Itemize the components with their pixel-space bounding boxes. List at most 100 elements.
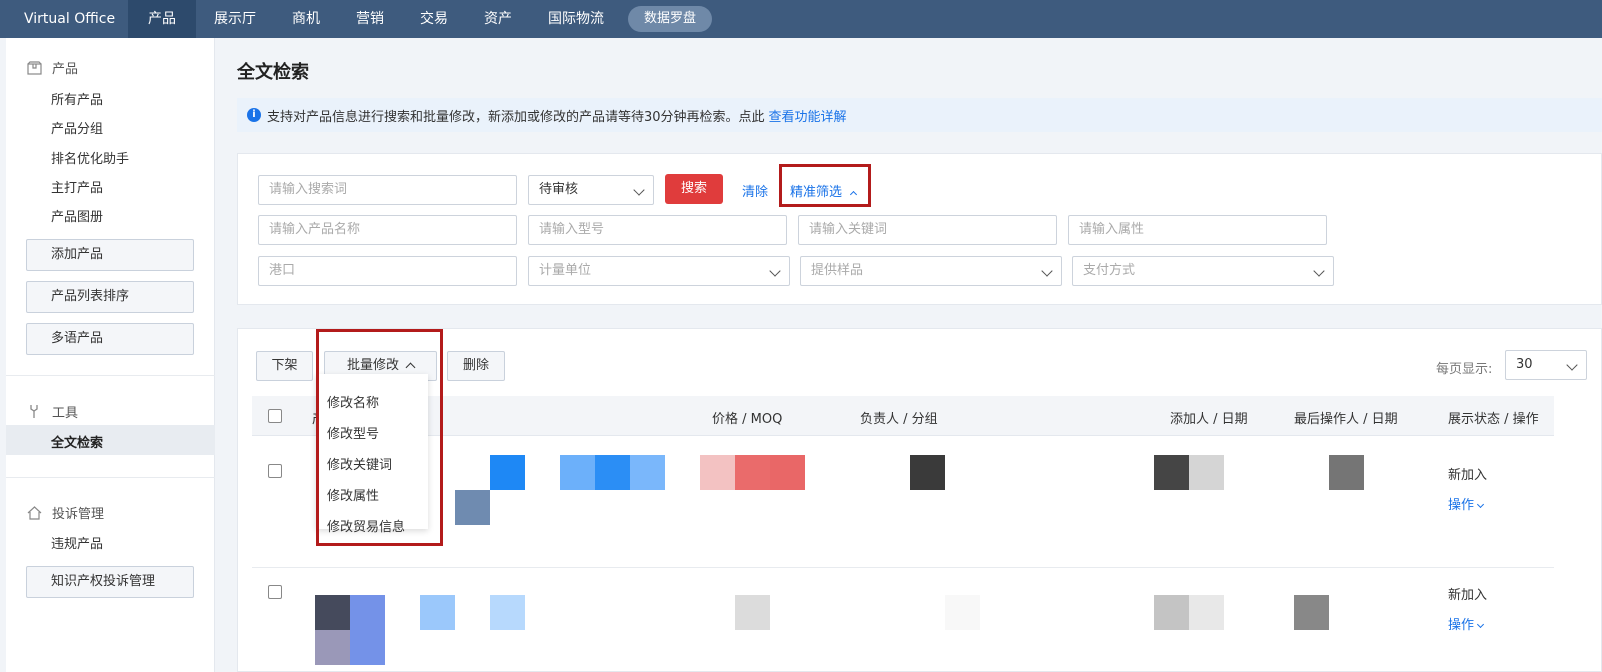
sidebar-item-ranking-helper[interactable]: 排名优化助手 [51, 148, 129, 167]
blurred-product-image [315, 595, 350, 630]
chevron-down-icon [1566, 359, 1578, 371]
search-button[interactable]: 搜索 [665, 174, 723, 204]
sidebar-item-product-album[interactable]: 产品图册 [51, 206, 103, 225]
ip-complaint-button[interactable]: 知识产权投诉管理 [26, 566, 194, 598]
sidebar-divider [6, 477, 215, 478]
nav-item-marketing[interactable]: 营销 [338, 0, 402, 38]
blurred-content [420, 595, 455, 630]
blurred-last-op [1329, 455, 1364, 490]
select-all-checkbox[interactable] [268, 409, 282, 423]
brand-logo[interactable]: Virtual Office [0, 0, 128, 38]
sidebar-item-fulltext-search[interactable]: 全文检索 [51, 432, 103, 451]
port-input[interactable]: 港口 [258, 256, 517, 286]
clear-link[interactable]: 清除 [742, 181, 768, 200]
home-icon [26, 505, 42, 521]
attribute-input[interactable]: 请输入属性 [1068, 215, 1327, 245]
sidebar-item-product-groups[interactable]: 产品分组 [51, 118, 103, 137]
top-nav: Virtual Office 产品 展示厅 商机 营销 交易 资产 国际物流 数… [0, 0, 1602, 38]
nav-item-logistics[interactable]: 国际物流 [530, 0, 622, 38]
blurred-price [770, 455, 805, 490]
chevron-down-icon [633, 184, 645, 196]
blurred-owner [910, 455, 945, 490]
feature-details-link[interactable]: 查看功能详解 [769, 106, 847, 125]
blurred-content [630, 455, 665, 490]
blurred-last-op [1294, 595, 1329, 630]
row-operation-label: 操作 [1448, 498, 1475, 513]
nav-pill-data-compass[interactable]: 数据罗盘 [628, 6, 713, 32]
blurred-content [560, 455, 595, 490]
nav-item-showroom[interactable]: 展示厅 [196, 0, 274, 38]
header-last-op: 最后操作人 / 日期 [1294, 412, 1398, 427]
unit-select-placeholder: 计量单位 [539, 263, 592, 278]
blurred-added [1189, 455, 1224, 490]
info-icon: i [247, 108, 261, 122]
nav-item-product[interactable]: 产品 [128, 0, 196, 38]
blurred-product-image [490, 455, 525, 490]
row-operation-menu[interactable]: 操作 [1448, 494, 1485, 513]
per-page-value: 30 [1516, 357, 1533, 372]
blurred-product-image [350, 630, 385, 665]
sidebar-divider [6, 375, 215, 376]
header-price: 价格 / MOQ [712, 412, 783, 427]
row-operation-label: 操作 [1448, 618, 1475, 633]
delete-button[interactable]: 删除 [447, 351, 505, 381]
info-text: 支持对产品信息进行搜索和批量修改，新添加或修改的产品请等待30分钟再检索。点此 [267, 109, 765, 125]
per-page-label: 每页显示: [1436, 362, 1493, 377]
blurred-product-image [455, 490, 490, 525]
row-divider [252, 567, 1554, 568]
per-page-select[interactable]: 30 [1505, 350, 1587, 380]
blurred-product-image [315, 630, 350, 665]
sidebar-section-tools: 工具 [26, 402, 78, 421]
sidebar: 产品 所有产品 产品分组 排名优化助手 主打产品 产品图册 添加产品 产品列表排… [6, 38, 215, 672]
nav-item-assets[interactable]: 资产 [466, 0, 530, 38]
sidebar-section-complaints: 投诉管理 [26, 503, 104, 522]
nav-item-opportunity[interactable]: 商机 [274, 0, 338, 38]
nav-item-trade[interactable]: 交易 [402, 0, 466, 38]
payment-select[interactable]: 支付方式 [1072, 256, 1334, 286]
multilang-product-button[interactable]: 多语产品 [26, 323, 194, 355]
page-title: 全文检索 [237, 62, 309, 83]
payment-select-placeholder: 支付方式 [1083, 263, 1136, 278]
sidebar-active-highlight [6, 425, 215, 455]
blurred-content [490, 595, 525, 630]
chevron-down-icon [769, 265, 781, 277]
row-checkbox[interactable] [268, 464, 282, 478]
annotation-highlight-box [779, 164, 871, 207]
search-keyword-input[interactable]: 请输入搜索词 [258, 175, 517, 205]
sample-select-placeholder: 提供样品 [811, 263, 864, 278]
table-header: 产 价格 / MOQ 负责人 / 分组 添加人 / 日期 最后操作人 / 日期 … [252, 396, 1554, 436]
offline-button[interactable]: 下架 [256, 351, 313, 381]
sidebar-section-label: 工具 [52, 406, 79, 421]
blurred-price [735, 595, 770, 630]
blurred-price [735, 455, 770, 490]
chevron-down-icon [1313, 265, 1325, 277]
status-select[interactable]: 待审核 [528, 175, 654, 205]
add-product-button[interactable]: 添加产品 [26, 239, 194, 271]
blurred-added [1189, 595, 1224, 630]
product-sort-button[interactable]: 产品列表排序 [26, 281, 194, 313]
sidebar-item-featured-products[interactable]: 主打产品 [51, 177, 103, 196]
blurred-owner [945, 595, 980, 630]
row-checkbox[interactable] [268, 585, 282, 599]
row-operation-menu[interactable]: 操作 [1448, 614, 1485, 633]
box-icon [26, 60, 42, 76]
sidebar-section-label: 投诉管理 [52, 507, 105, 522]
sidebar-item-all-products[interactable]: 所有产品 [51, 89, 103, 108]
chevron-down-icon [1476, 620, 1485, 629]
blurred-price [700, 455, 735, 490]
annotation-highlight-box [316, 329, 443, 546]
sample-select[interactable]: 提供样品 [800, 256, 1062, 286]
product-name-input[interactable]: 请输入产品名称 [258, 215, 517, 245]
header-added: 添加人 / 日期 [1170, 412, 1248, 427]
blurred-product-image [350, 595, 385, 630]
unit-select[interactable]: 计量单位 [528, 256, 790, 286]
header-status: 展示状态 / 操作 [1448, 412, 1539, 427]
sidebar-item-violations[interactable]: 违规产品 [51, 533, 103, 552]
keyword-input[interactable]: 请输入关键词 [798, 215, 1057, 245]
wrench-icon [26, 404, 42, 420]
row-status: 新加入 [1448, 588, 1488, 603]
sidebar-section-product: 产品 [26, 58, 78, 77]
sidebar-section-label: 产品 [52, 62, 79, 77]
model-input[interactable]: 请输入型号 [528, 215, 787, 245]
header-owner: 负责人 / 分组 [860, 412, 938, 427]
